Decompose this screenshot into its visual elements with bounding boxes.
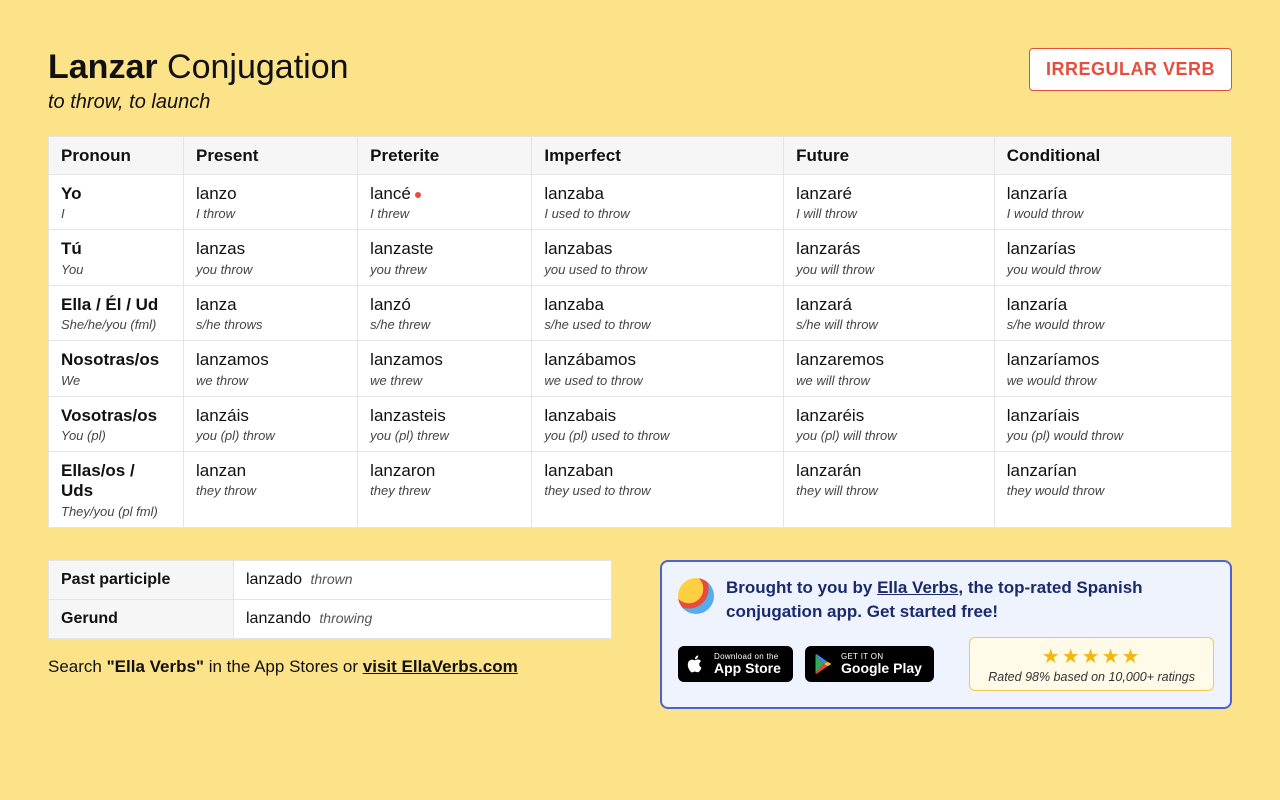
conjugation-cell: lanzasyou throw xyxy=(184,230,358,285)
conjugation-cell: lanzabaI used to throw xyxy=(532,175,784,230)
pronoun-cell: YoI xyxy=(49,175,184,230)
column-header: Preterite xyxy=(358,137,532,175)
conjugation-cell: lanzasteyou threw xyxy=(358,230,532,285)
column-header: Future xyxy=(784,137,995,175)
promo-text: Brought to you by Ella Verbs, the top-ra… xyxy=(726,576,1214,625)
conjugation-cell: lanzaréisyou (pl) will throw xyxy=(784,396,995,451)
table-row: Ellas/os / UdsThey/you (pl fml)lanzanthe… xyxy=(49,451,1232,527)
app-store-button[interactable]: Download on the App Store xyxy=(678,646,793,682)
table-row: TúYoulanzasyou throwlanzasteyou threwlan… xyxy=(49,230,1232,285)
conjugation-cell: lanzábamoswe used to throw xyxy=(532,341,784,396)
conjugation-cell: lanzasteisyou (pl) threw xyxy=(358,396,532,451)
conjugation-cell: lanzaríanthey would throw xyxy=(994,451,1231,527)
conjugation-cell: lanzaríaisyou (pl) would throw xyxy=(994,396,1231,451)
table-row: Ella / Él / UdShe/he/you (fml)lanzas/he … xyxy=(49,285,1232,340)
column-header: Imperfect xyxy=(532,137,784,175)
promo-box: Brought to you by Ella Verbs, the top-ra… xyxy=(660,560,1232,709)
apple-icon xyxy=(687,654,705,674)
conjugation-cell: lanzamoswe throw xyxy=(184,341,358,396)
conjugation-cell: lanzaránthey will throw xyxy=(784,451,995,527)
conjugation-cell: lanzaríaI would throw xyxy=(994,175,1231,230)
conjugation-cell: lanzanthey throw xyxy=(184,451,358,527)
conjugation-cell: lanzarías/he would throw xyxy=(994,285,1231,340)
conjugation-cell: lanzaríamoswe would throw xyxy=(994,341,1231,396)
conjugation-cell: lanzabaisyou (pl) used to throw xyxy=(532,396,784,451)
form-row: Past participlelanzado thrown xyxy=(49,560,612,599)
conjugation-cell: lanzas/he throws xyxy=(184,285,358,340)
search-line: Search "Ella Verbs" in the App Stores or… xyxy=(48,657,612,677)
table-row: Nosotras/osWelanzamoswe throwlanzamoswe … xyxy=(49,341,1232,396)
play-icon xyxy=(814,654,832,674)
pronoun-cell: Ella / Él / UdShe/he/you (fml) xyxy=(49,285,184,340)
pronoun-cell: TúYou xyxy=(49,230,184,285)
verb-translation: to throw, to launch xyxy=(48,91,349,114)
conjugation-cell: lanzabanthey used to throw xyxy=(532,451,784,527)
conjugation-cell: lanzarás/he will throw xyxy=(784,285,995,340)
table-row: Vosotras/osYou (pl)lanzáisyou (pl) throw… xyxy=(49,396,1232,451)
conjugation-cell: lanzáisyou (pl) throw xyxy=(184,396,358,451)
conjugation-cell: lanzaréI will throw xyxy=(784,175,995,230)
conjugation-cell: lancéI threw xyxy=(358,175,532,230)
conjugation-cell: lanzaremoswe will throw xyxy=(784,341,995,396)
promo-app-icon xyxy=(678,578,714,614)
conjugation-cell: lanzoI throw xyxy=(184,175,358,230)
conjugation-cell: lanzamoswe threw xyxy=(358,341,532,396)
irregular-dot-icon xyxy=(415,192,421,198)
forms-table: Past participlelanzado thrownGerundlanza… xyxy=(48,560,612,639)
conjugation-cell: lanzarásyou will throw xyxy=(784,230,995,285)
pronoun-cell: Nosotras/osWe xyxy=(49,341,184,396)
column-header: Pronoun xyxy=(49,137,184,175)
star-icons: ★★★★★ xyxy=(988,644,1195,669)
visit-link[interactable]: visit EllaVerbs.com xyxy=(363,657,518,676)
column-header: Present xyxy=(184,137,358,175)
form-row: Gerundlanzando throwing xyxy=(49,599,612,638)
ella-verbs-link[interactable]: Ella Verbs xyxy=(877,578,958,597)
conjugation-table: PronounPresentPreteriteImperfectFutureCo… xyxy=(48,136,1232,528)
irregular-badge: IRREGULAR VERB xyxy=(1029,48,1232,91)
page-title: Lanzar Conjugation xyxy=(48,48,349,87)
conjugation-cell: lanzaronthey threw xyxy=(358,451,532,527)
conjugation-cell: lanzabasyou used to throw xyxy=(532,230,784,285)
pronoun-cell: Vosotras/osYou (pl) xyxy=(49,396,184,451)
pronoun-cell: Ellas/os / UdsThey/you (pl fml) xyxy=(49,451,184,527)
google-play-button[interactable]: GET IT ON Google Play xyxy=(805,646,934,682)
conjugation-cell: lanzabas/he used to throw xyxy=(532,285,784,340)
rating-box: ★★★★★ Rated 98% based on 10,000+ ratings xyxy=(969,637,1214,691)
table-row: YoIlanzoI throwlancéI threwlanzabaI used… xyxy=(49,175,1232,230)
conjugation-cell: lanzós/he threw xyxy=(358,285,532,340)
column-header: Conditional xyxy=(994,137,1231,175)
conjugation-cell: lanzaríasyou would throw xyxy=(994,230,1231,285)
